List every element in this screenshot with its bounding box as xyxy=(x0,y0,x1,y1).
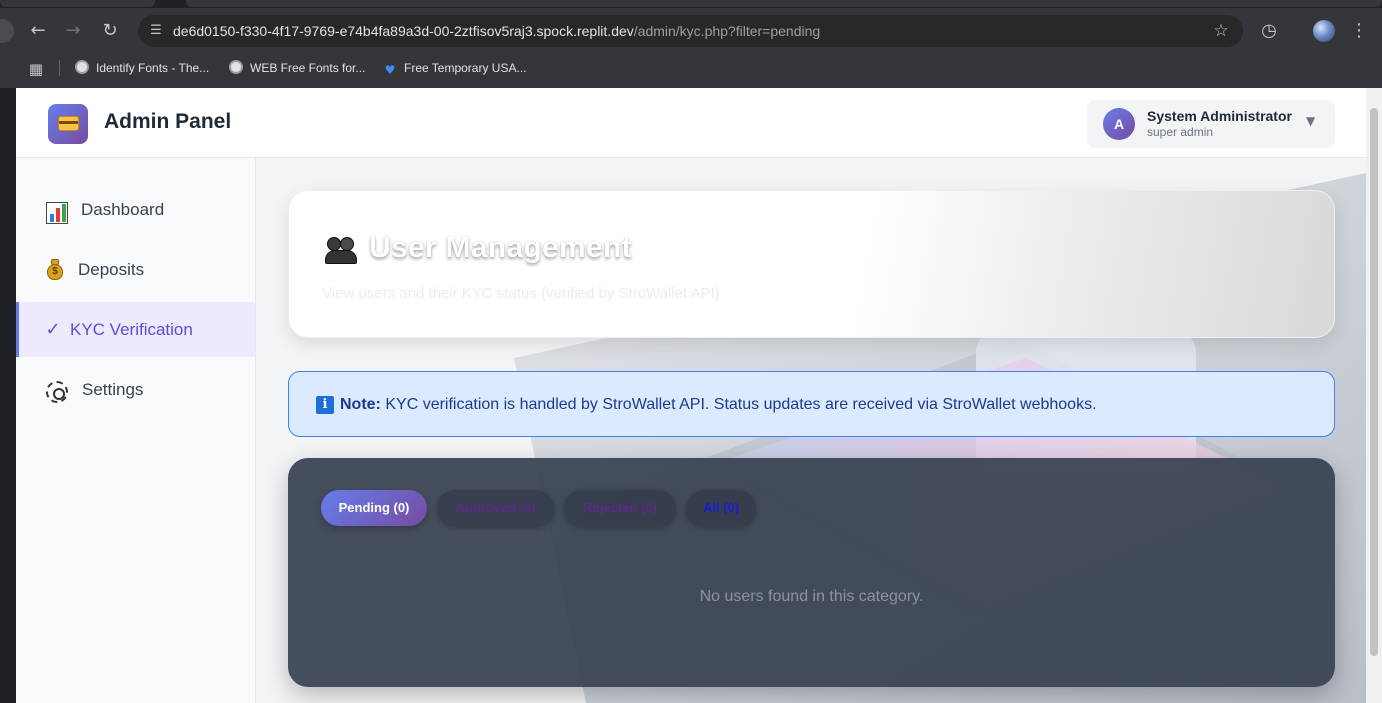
sidebar-item-settings[interactable]: Settings xyxy=(16,362,255,417)
back-arrow-icon[interactable]: ← xyxy=(26,19,50,43)
bookmarks-bar: ▦ Identify Fonts - The... WEB Free Fonts… xyxy=(0,54,1382,88)
sidebar-item-dashboard[interactable]: Dashboard xyxy=(16,182,255,237)
url-text[interactable]: de6d0150-f330-4f17-9769-e74b4fa89a3d-00-… xyxy=(173,15,820,47)
profile-avatar[interactable] xyxy=(1313,20,1335,42)
sidebar-item-label: Settings xyxy=(82,380,144,399)
side-panel-button[interactable] xyxy=(0,19,14,43)
sidebar-item-label: Deposits xyxy=(78,260,145,279)
check-icon: ✓ xyxy=(45,319,61,340)
browser-toolbar: ← → ↻ ☰ de6d0150-f330-4f17-9769-e74b4fa8… xyxy=(0,8,1382,54)
info-note: i Note: KYC verification is handled by S… xyxy=(288,371,1335,437)
filter-tab-rejected[interactable]: Rejected (0) xyxy=(564,490,676,526)
forward-arrow-icon[interactable]: → xyxy=(61,19,85,43)
money-bag-icon: $ xyxy=(46,258,64,280)
history-icon[interactable]: ◷ xyxy=(1257,19,1281,43)
heart-icon: ♥ xyxy=(384,63,396,77)
main-content: User Management View users and their KYC… xyxy=(256,158,1366,703)
window-edge xyxy=(0,88,16,703)
bookmark-divider xyxy=(59,60,60,76)
user-role: super admin xyxy=(1147,125,1214,139)
address-bar[interactable]: ☰ de6d0150-f330-4f17-9769-e74b4fa89a3d-0… xyxy=(138,15,1243,47)
sidebar-item-label: KYC Verification xyxy=(70,320,193,339)
menu-kebab-icon[interactable]: ⋮ xyxy=(1347,19,1371,43)
sidebar-item-label: Dashboard xyxy=(81,200,165,219)
browser-tab[interactable] xyxy=(0,0,155,7)
brand-title: Admin Panel xyxy=(104,110,232,133)
bookmark-star-icon[interactable]: ☆ xyxy=(1211,21,1231,41)
filter-tab-all[interactable]: All (0) xyxy=(686,490,756,526)
page-title: User Management xyxy=(369,231,632,264)
sidebar-item-kyc-verification[interactable]: ✓ KYC Verification xyxy=(16,302,255,357)
filter-tab-approved[interactable]: Approved (0) xyxy=(437,490,554,526)
bookmark-item[interactable]: ♥ Free Temporary USA... xyxy=(383,54,527,82)
user-name: System Administrator xyxy=(1147,108,1292,124)
reload-icon[interactable]: ↻ xyxy=(98,19,122,43)
info-icon: i xyxy=(316,396,334,414)
note-text: Note: KYC verification is handled by Str… xyxy=(340,396,1097,413)
gear-icon xyxy=(46,381,68,403)
app-header: Admin Panel A System Administrator super… xyxy=(16,88,1366,158)
bookmark-item[interactable]: WEB Free Fonts for... xyxy=(229,54,365,82)
bar-chart-icon xyxy=(46,202,68,224)
credit-card-logo-icon xyxy=(48,104,88,144)
browser-tab[interactable] xyxy=(186,0,1382,7)
empty-state-message: No users found in this category. xyxy=(699,588,924,605)
bookmark-item[interactable]: Identify Fonts - The... xyxy=(75,54,209,82)
chevron-down-icon[interactable]: ▼ xyxy=(1306,114,1315,128)
kyc-users-panel: Pending (0) Approved (0) Rejected (0) Al… xyxy=(288,458,1335,687)
filter-tab-pending[interactable]: Pending (0) xyxy=(321,490,427,526)
users-icon xyxy=(325,235,359,265)
globe-icon xyxy=(75,60,89,74)
globe-icon xyxy=(229,60,243,74)
page-scrollbar[interactable] xyxy=(1366,88,1382,703)
page-hero: User Management View users and their KYC… xyxy=(288,190,1335,338)
page-subtitle: View users and their KYC status (verifie… xyxy=(322,285,720,302)
apps-grid-icon[interactable]: ▦ xyxy=(27,60,45,78)
avatar: A xyxy=(1103,108,1135,140)
sidebar: Dashboard $ Deposits ✓ KYC Verification … xyxy=(16,158,256,703)
scrollbar-thumb[interactable] xyxy=(1370,108,1378,656)
user-menu[interactable]: A System Administrator super admin ▼ xyxy=(1087,100,1335,148)
site-settings-icon[interactable]: ☰ xyxy=(146,21,166,41)
page-viewport: Admin Panel A System Administrator super… xyxy=(16,88,1366,703)
tab-strip xyxy=(0,0,1382,8)
sidebar-item-deposits[interactable]: $ Deposits xyxy=(16,242,255,297)
